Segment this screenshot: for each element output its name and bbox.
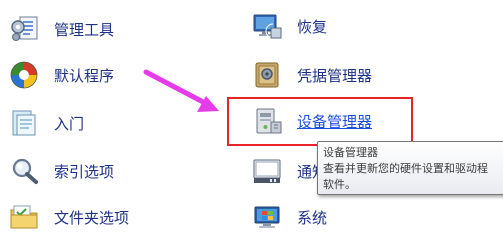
tooltip: 设备管理器 查看并更新您的硬件设置和驱动程 软件。 bbox=[317, 141, 503, 195]
tooltip-description-line1: 查看并更新您的硬件设置和驱动程 bbox=[323, 162, 488, 175]
tooltip-description-line2: 软件。 bbox=[323, 178, 356, 191]
tooltip-title: 设备管理器 bbox=[323, 146, 378, 159]
annotation-arrow bbox=[143, 69, 219, 112]
